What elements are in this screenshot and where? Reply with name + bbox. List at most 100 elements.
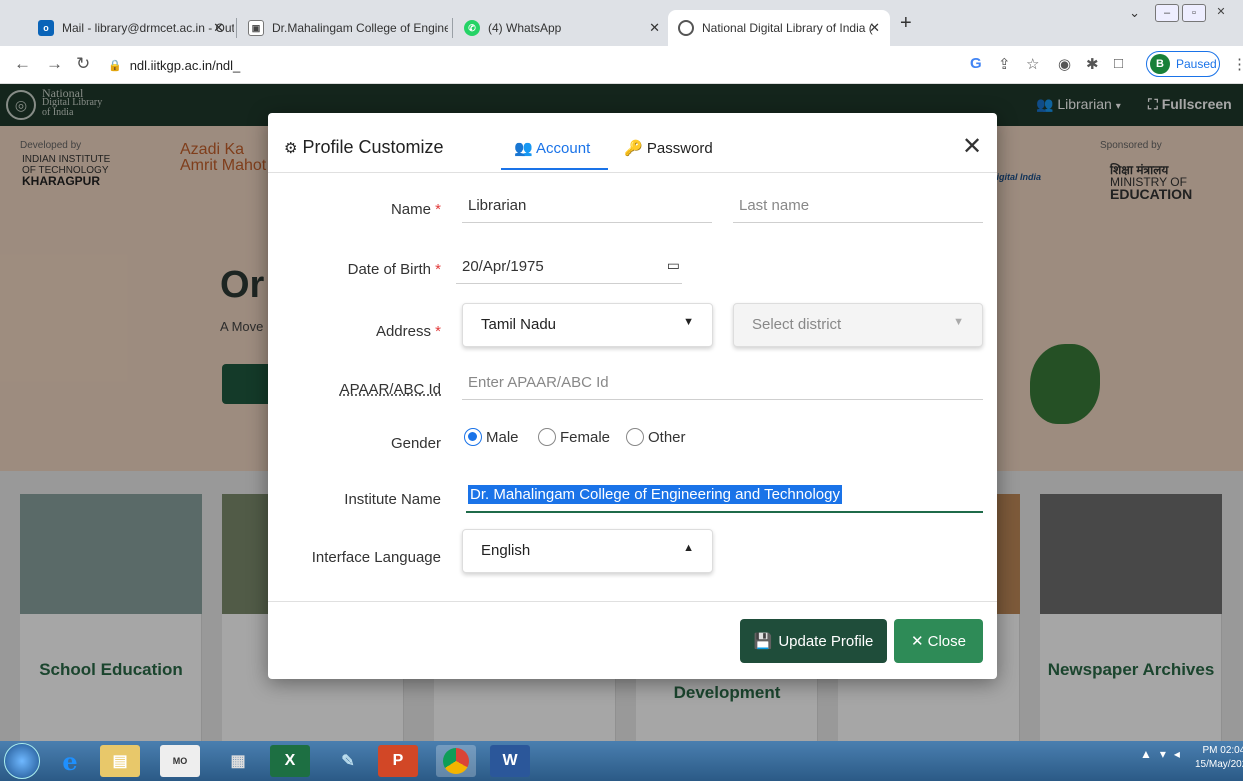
browser-tab-strip: o Mail - library@drmcet.ac.in - Out ✕ ▣ …	[0, 0, 1243, 46]
gender-male-radio[interactable]: Male	[464, 428, 519, 446]
maximize-button[interactable]: ▫	[1182, 4, 1206, 22]
apaar-input[interactable]: Enter APAAR/ABC Id	[462, 370, 983, 400]
required-mark: *	[435, 201, 441, 218]
show-hidden-icon[interactable]: ▲	[1140, 747, 1152, 761]
required-mark: *	[435, 323, 441, 340]
address-label: Address *	[376, 323, 441, 340]
calendar-icon[interactable]: ▭	[667, 257, 680, 274]
gears-icon: ⚙	[284, 140, 298, 157]
url-text: ndl.iitkgp.ac.in/ndl_	[129, 57, 241, 73]
required-mark: *	[435, 261, 441, 278]
last-name-input[interactable]: Last name	[733, 193, 983, 223]
first-name-input[interactable]: Librarian	[462, 193, 712, 223]
close-button[interactable]: ✕ Close	[894, 619, 983, 663]
modal-footer-divider	[268, 601, 997, 602]
tab-ndl-active[interactable]: National Digital Library of India ( ✕	[668, 10, 890, 46]
institute-input[interactable]: Dr. Mahalingam College of Engineering an…	[466, 483, 983, 513]
share-icon[interactable]: ⇪	[998, 55, 1011, 73]
state-value: Tamil Nadu	[481, 316, 557, 333]
puzzle-icon[interactable]: ✱	[1086, 55, 1099, 73]
caret-down-icon: ▼	[683, 316, 694, 328]
notepad-icon[interactable]: ✎	[328, 745, 368, 777]
profile-button[interactable]: B Paused	[1146, 51, 1220, 77]
lock-icon: 🔒	[108, 59, 122, 72]
tab-account-label: Account	[536, 140, 591, 157]
tab-title: (4) WhatsApp	[488, 21, 562, 35]
address-label-text: Address	[375, 323, 431, 340]
tab-title: National Digital Library of India (	[702, 21, 873, 35]
close-tab-icon[interactable]: ✕	[213, 20, 224, 36]
dob-label-text: Date of Birth	[347, 261, 431, 278]
institute-value-selected: Dr. Mahalingam College of Engineering an…	[468, 485, 842, 504]
close-icon[interactable]: ✕	[962, 135, 982, 159]
close-tab-icon[interactable]: ✕	[649, 20, 660, 36]
update-profile-label: Update Profile	[778, 632, 874, 650]
clock-time: PM 02:04	[1202, 745, 1243, 756]
key-icon: 🔑	[624, 140, 643, 157]
outlook-icon: o	[38, 20, 54, 36]
language-select[interactable]: English ▲	[462, 529, 713, 573]
minimize-button[interactable]: –	[1155, 4, 1179, 22]
window-controls: ⌄ – ▫ ✕	[1129, 4, 1233, 22]
tab-college[interactable]: ▣ Dr.Mahalingam College of Engine	[238, 10, 448, 46]
district-select[interactable]: Select district ▼	[733, 303, 983, 347]
tab-mail[interactable]: o Mail - library@drmcet.ac.in - Out ✕	[28, 10, 234, 46]
extension-icon[interactable]: ◉	[1058, 55, 1071, 73]
chrome-icon[interactable]	[436, 745, 476, 777]
institute-label: Institute Name	[344, 491, 441, 508]
windows-taskbar: e ▤ MO ▦ X ✎ P W ▲ ▾ ◂ PM 02:04 15/May/2…	[0, 741, 1243, 781]
language-label: Interface Language	[311, 549, 441, 566]
tab-whatsapp[interactable]: ✆ (4) WhatsApp ✕	[454, 10, 670, 46]
modal-title-text: Profile Customize	[302, 137, 444, 157]
close-tab-icon[interactable]: ✕	[869, 20, 880, 36]
address-bar[interactable]: 🔒 ndl.iitkgp.ac.in/ndl_	[108, 53, 938, 77]
back-icon[interactable]: ←	[14, 54, 31, 74]
gender-label: Gender	[390, 435, 441, 452]
window-close-button[interactable]: ✕	[1209, 4, 1233, 22]
reload-icon[interactable]: ↻	[76, 54, 90, 74]
file-explorer-icon[interactable]: ▤	[100, 745, 140, 777]
app-icon[interactable]: MO	[160, 745, 200, 777]
radio-label: Male	[486, 428, 519, 446]
new-tab-button[interactable]: +	[900, 12, 912, 35]
image-icon: ▣	[248, 20, 264, 36]
bookmark-star-icon[interactable]: ☆	[1026, 55, 1039, 73]
name-label: Name *	[391, 201, 441, 218]
avatar: B	[1150, 54, 1170, 74]
side-panel-icon[interactable]: □	[1114, 55, 1123, 72]
caret-down-icon: ▼	[953, 316, 964, 328]
internet-explorer-icon[interactable]: e	[50, 745, 90, 777]
radio-icon	[626, 428, 644, 446]
word-icon[interactable]: W	[490, 745, 530, 777]
state-select[interactable]: Tamil Nadu ▼	[462, 303, 713, 347]
district-placeholder: Select district	[752, 316, 842, 333]
modal-header: ⚙ Profile Customize 👥 Account 🔑 Password…	[268, 113, 997, 173]
radio-label: Other	[648, 428, 686, 446]
language-value: English	[481, 542, 531, 559]
address-row: ← → ↻ 🔒 ndl.iitkgp.ac.in/ndl_ G ⇪ ☆ ◉ ✱ …	[0, 46, 1243, 84]
whatsapp-icon: ✆	[464, 20, 480, 36]
radio-icon	[538, 428, 556, 446]
gender-female-radio[interactable]: Female	[538, 428, 610, 446]
ndl-icon	[678, 20, 694, 36]
dob-input[interactable]: 20/Apr/1975 ▭	[456, 254, 682, 284]
network-icon[interactable]: ▾	[1160, 747, 1166, 761]
calculator-icon[interactable]: ▦	[218, 745, 258, 777]
google-lens-icon[interactable]: G	[970, 55, 982, 72]
chevron-down-icon[interactable]: ⌄	[1129, 5, 1140, 21]
forward-icon[interactable]: →	[46, 54, 63, 74]
gender-other-radio[interactable]: Other	[626, 428, 686, 446]
tab-account[interactable]: 👥 Account	[514, 139, 590, 157]
save-icon: 💾	[753, 633, 773, 650]
start-button[interactable]	[4, 743, 40, 779]
update-profile-button[interactable]: 💾 Update Profile	[740, 619, 887, 663]
tab-title: Dr.Mahalingam College of Engine	[272, 21, 448, 35]
menu-dots-icon[interactable]: ⋮	[1232, 55, 1243, 73]
excel-icon[interactable]: X	[270, 745, 310, 777]
volume-icon[interactable]: ◂	[1174, 747, 1180, 761]
tab-password[interactable]: 🔑 Password	[624, 139, 713, 157]
powerpoint-icon[interactable]: P	[378, 745, 418, 777]
tab-title: Mail - library@drmcet.ac.in - Out	[62, 21, 234, 35]
clock[interactable]: PM 02:04 15/May/2024	[1195, 744, 1243, 772]
profile-customize-modal: ⚙ Profile Customize 👥 Account 🔑 Password…	[268, 113, 997, 679]
